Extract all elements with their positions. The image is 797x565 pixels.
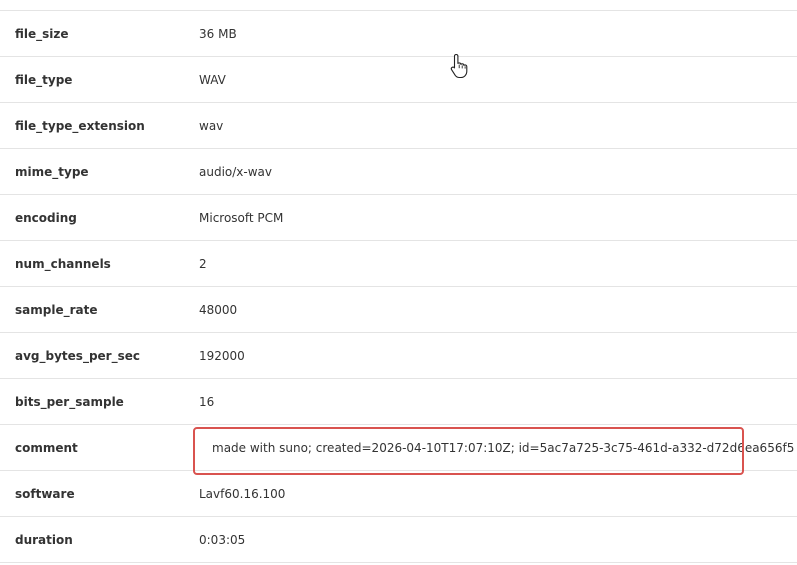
row-value: wav [199, 119, 224, 133]
row-key: file_size [15, 27, 69, 41]
table-row-avg-bytes-per-sec: avg_bytes_per_sec 192000 [0, 333, 797, 379]
table-row-bits-per-sample: bits_per_sample 16 [0, 379, 797, 425]
table-row-file-type-extension: file_type_extension wav [0, 103, 797, 149]
row-key: encoding [15, 211, 77, 225]
row-value: 16 [199, 395, 215, 409]
table-row-duration: duration 0:03:05 [0, 517, 797, 563]
row-key: comment [15, 441, 78, 455]
table-row-mime-type: mime_type audio/x-wav [0, 149, 797, 195]
row-key: avg_bytes_per_sec [15, 349, 140, 363]
row-key: bits_per_sample [15, 395, 124, 409]
row-value: WAV [199, 73, 226, 87]
row-key: software [15, 487, 75, 501]
row-key: file_type_extension [15, 119, 145, 133]
table-row-num-channels: num_channels 2 [0, 241, 797, 287]
row-value: 0:03:05 [199, 533, 246, 547]
row-value: 48000 [199, 303, 238, 317]
table-row-software: software Lavf60.16.100 [0, 471, 797, 517]
table-row-file-type: file_type WAV [0, 57, 797, 103]
table-row-comment: comment made with suno; created=2026-04-… [0, 425, 797, 471]
hand-pointer-icon [450, 53, 468, 79]
row-value: 36 MB [199, 27, 237, 41]
row-key: file_type [15, 73, 73, 87]
row-key: sample_rate [15, 303, 98, 317]
row-value: 192000 [199, 349, 245, 363]
table-row-sample-rate: sample_rate 48000 [0, 287, 797, 333]
row-key: num_channels [15, 257, 111, 271]
row-value: 2 [199, 257, 207, 271]
row-value: Microsoft PCM [199, 211, 284, 225]
row-value: made with suno; created=2026-04-10T17:07… [212, 441, 795, 455]
row-value: audio/x-wav [199, 165, 272, 179]
row-value: Lavf60.16.100 [199, 487, 286, 501]
table-row-encoding: encoding Microsoft PCM [0, 195, 797, 241]
row-key: duration [15, 533, 73, 547]
metadata-table: file_size 36 MB file_type WAV file_type_… [0, 10, 797, 563]
table-row-file-size: file_size 36 MB [0, 11, 797, 57]
row-key: mime_type [15, 165, 89, 179]
